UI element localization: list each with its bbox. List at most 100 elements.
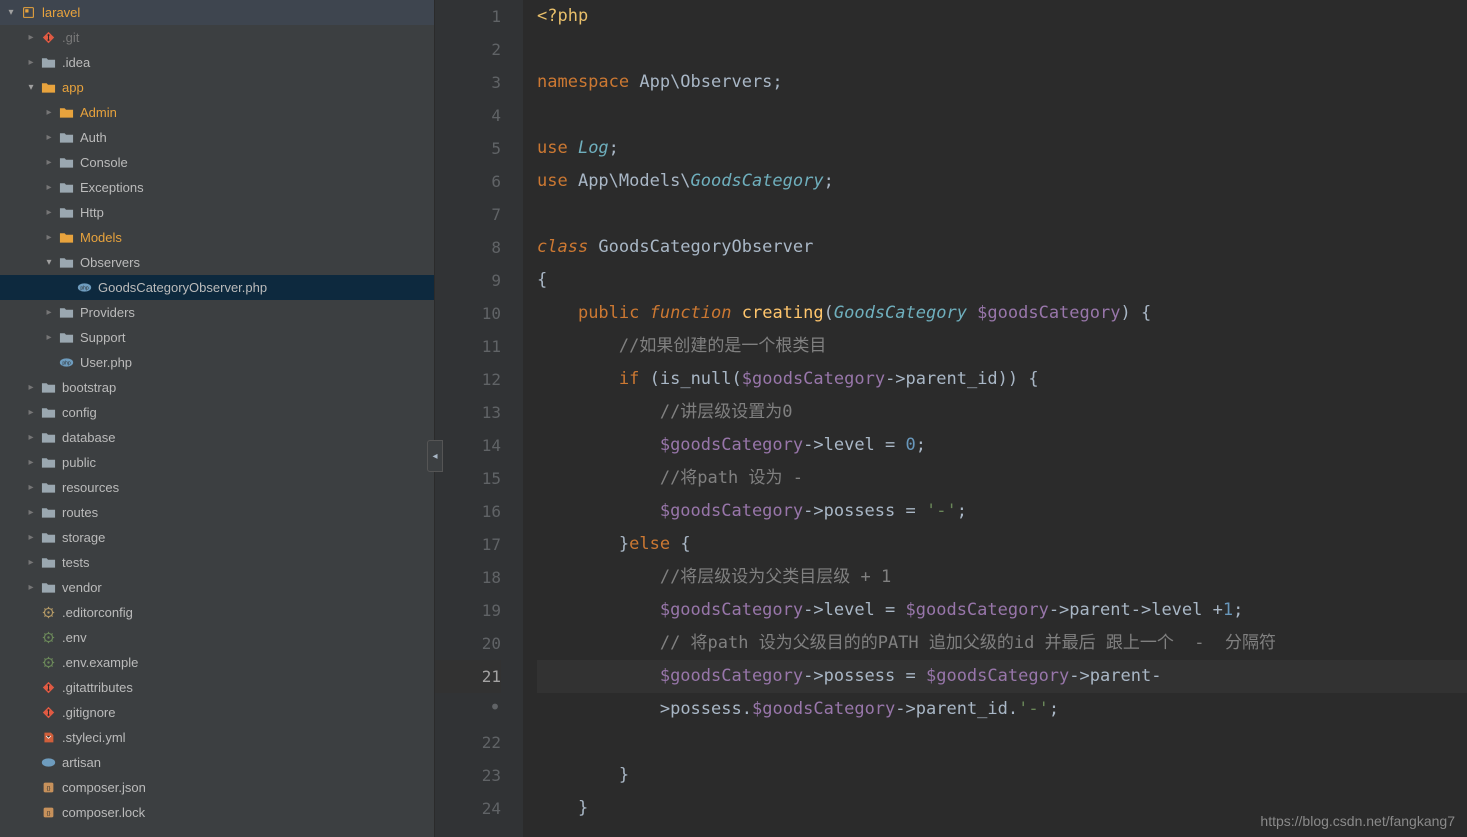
chevron-right-icon[interactable]: ▸: [24, 32, 38, 43]
tree-item-providers[interactable]: ▸Providers: [0, 300, 434, 325]
tree-item-label: Models: [80, 230, 122, 245]
var: $goodsCategory: [926, 666, 1069, 686]
svg-text:{}: {}: [46, 811, 50, 817]
tree-item-console[interactable]: ▸Console: [0, 150, 434, 175]
chevron-none: [24, 707, 38, 718]
code-editor[interactable]: 123456789101112131415161718192021•222324…: [435, 0, 1467, 837]
kw-public: public: [578, 303, 639, 323]
chevron-right-icon[interactable]: ▸: [24, 507, 38, 518]
code-area[interactable]: <?php namespace App\Observers; use Log; …: [523, 0, 1467, 837]
chevron-none: [24, 782, 38, 793]
chevron-right-icon[interactable]: ▸: [42, 232, 56, 243]
chevron-right-icon[interactable]: ▸: [42, 307, 56, 318]
tree-item--styleci-yml[interactable]: .styleci.yml: [0, 725, 434, 750]
tree-item-auth[interactable]: ▸Auth: [0, 125, 434, 150]
chevron-right-icon[interactable]: ▸: [42, 207, 56, 218]
tree-item-composer-json[interactable]: {}composer.json: [0, 775, 434, 800]
tree-item--editorconfig[interactable]: .editorconfig: [0, 600, 434, 625]
chevron-down-icon: ▾: [4, 7, 18, 18]
paren: (: [639, 369, 659, 389]
tree-item-bootstrap[interactable]: ▸bootstrap: [0, 375, 434, 400]
comment: //将层级设为父类目层级 + 1: [660, 567, 891, 587]
json-file-icon: {}: [40, 780, 56, 796]
chevron-right-icon[interactable]: ▸: [42, 157, 56, 168]
chevron-right-icon[interactable]: ▸: [24, 457, 38, 468]
tree-item-app[interactable]: ▾ app: [0, 75, 434, 100]
tree-item-goodscategoryobserver-php[interactable]: php GoodsCategoryObserver.php: [0, 275, 434, 300]
tree-item-public[interactable]: ▸public: [0, 450, 434, 475]
git-icon: [40, 680, 56, 696]
chevron-right-icon[interactable]: ▸: [24, 532, 38, 543]
tree-root[interactable]: ▾ laravel: [0, 0, 434, 25]
folder-icon: [58, 180, 74, 196]
tree-item-http[interactable]: ▸Http: [0, 200, 434, 225]
tree-item-support[interactable]: ▸Support: [0, 325, 434, 350]
tree-item-config[interactable]: ▸config: [0, 400, 434, 425]
chevron-none: [24, 607, 38, 618]
arrow-op: ->: [803, 501, 823, 521]
chevron-right-icon[interactable]: ▸: [42, 182, 56, 193]
namespace-path: App\Observers;: [629, 72, 783, 92]
tree-item-artisan[interactable]: artisan: [0, 750, 434, 775]
chevron-right-icon[interactable]: ▸: [42, 332, 56, 343]
tree-item-label: .env.example: [62, 655, 138, 670]
chevron-right-icon[interactable]: ▸: [24, 57, 38, 68]
svg-text:php: php: [80, 286, 89, 292]
arrow-op: ->: [803, 666, 823, 686]
tree-item-label: User.php: [80, 355, 132, 370]
comment: // 将path 设为父级目的的PATH 追加父级的id 并最后 跟上一个 - …: [660, 633, 1276, 653]
prop: parent: [1069, 600, 1130, 620]
tree-item-observers[interactable]: ▾Observers: [0, 250, 434, 275]
tree-item-composer-lock[interactable]: {}composer.lock: [0, 800, 434, 825]
file-tree-sidebar[interactable]: ▾ laravel ▸.git▸.idea▾app▸Admin▸Auth▸Con…: [0, 0, 435, 837]
tree-item-label: Admin: [80, 105, 117, 120]
line-number: 16: [435, 495, 501, 528]
var: $goodsCategory: [660, 666, 803, 686]
tree-item-label: routes: [62, 505, 98, 520]
tree-item-label: app: [62, 80, 84, 95]
tree-item-vendor[interactable]: ▸vendor: [0, 575, 434, 600]
prop: parent_id: [916, 699, 1008, 719]
tree-item-models[interactable]: ▸ Models: [0, 225, 434, 250]
tree-item-routes[interactable]: ▸ routes: [0, 500, 434, 525]
chevron-right-icon[interactable]: ▸: [24, 432, 38, 443]
chevron-down-icon[interactable]: ▾: [24, 82, 38, 93]
assign: =: [895, 666, 926, 686]
chevron-right-icon[interactable]: ▸: [42, 132, 56, 143]
tree-item--git[interactable]: ▸.git: [0, 25, 434, 50]
line-number: 6: [435, 165, 501, 198]
var: $goodsCategory: [660, 435, 803, 455]
chevron-right-icon[interactable]: ▸: [24, 407, 38, 418]
tree-item--env[interactable]: .env: [0, 625, 434, 650]
chevron-right-icon[interactable]: ▸: [24, 382, 38, 393]
sidebar-collapse-handle[interactable]: ◂: [427, 440, 443, 472]
php-elephant-icon: [40, 755, 56, 771]
semicolon: ;: [824, 171, 834, 191]
chevron-down-icon[interactable]: ▾: [42, 257, 56, 268]
brace-close: }: [619, 534, 629, 554]
folder-icon: [40, 55, 56, 71]
chevron-right-icon[interactable]: ▸: [24, 557, 38, 568]
tree-item-resources[interactable]: ▸resources: [0, 475, 434, 500]
tree-item--gitignore[interactable]: .gitignore: [0, 700, 434, 725]
tree-item-user-php[interactable]: phpUser.php: [0, 350, 434, 375]
string: '-': [1018, 699, 1049, 719]
prop: level: [824, 435, 875, 455]
tree-root-label: laravel: [42, 5, 80, 20]
chevron-right-icon[interactable]: ▸: [24, 582, 38, 593]
tree-item-tests[interactable]: ▸tests: [0, 550, 434, 575]
tree-item-exceptions[interactable]: ▸Exceptions: [0, 175, 434, 200]
tree-item-database[interactable]: ▸database: [0, 425, 434, 450]
line-number: 1: [435, 0, 501, 33]
tree-item--gitattributes[interactable]: .gitattributes: [0, 675, 434, 700]
tree-item-storage[interactable]: ▸storage: [0, 525, 434, 550]
tree-item-label: .idea: [62, 55, 90, 70]
tree-item-label: GoodsCategoryObserver.php: [98, 280, 267, 295]
chevron-right-icon[interactable]: ▸: [42, 107, 56, 118]
folder-icon: [58, 205, 74, 221]
paren: (: [732, 369, 742, 389]
chevron-right-icon[interactable]: ▸: [24, 482, 38, 493]
tree-item--env-example[interactable]: .env.example: [0, 650, 434, 675]
tree-item--idea[interactable]: ▸ .idea: [0, 50, 434, 75]
tree-item-admin[interactable]: ▸ Admin: [0, 100, 434, 125]
